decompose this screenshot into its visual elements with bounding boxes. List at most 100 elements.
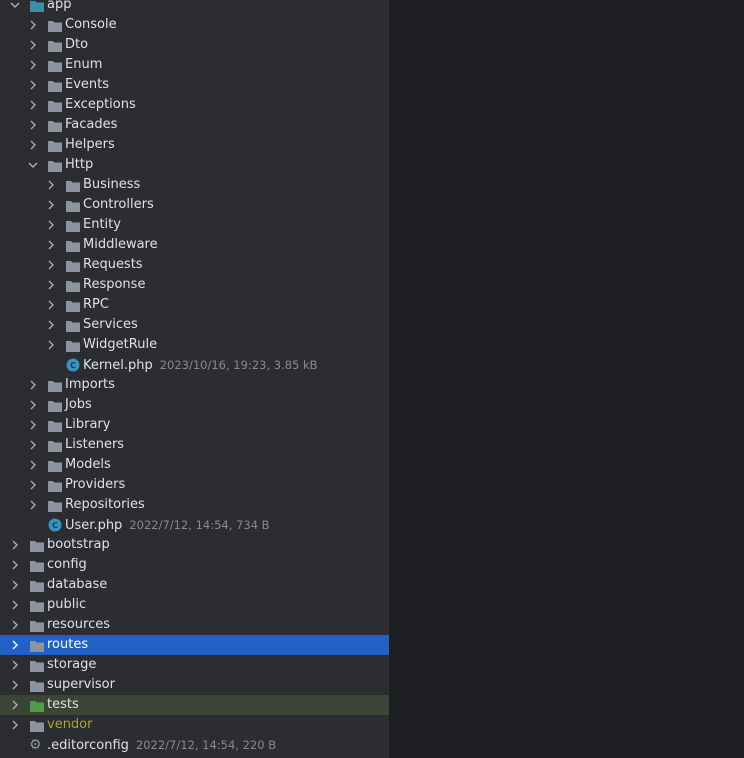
tree-item-entity[interactable]: Entity xyxy=(0,215,389,235)
chevron-right-icon[interactable] xyxy=(27,475,39,495)
tree-item-listeners[interactable]: Listeners xyxy=(0,435,389,455)
chevron-right-icon[interactable] xyxy=(45,175,57,195)
chevron-right-icon[interactable] xyxy=(27,35,39,55)
item-name: config xyxy=(47,557,87,572)
chevron-right-icon[interactable] xyxy=(45,255,57,275)
chevron-right-icon[interactable] xyxy=(45,195,57,215)
tree-item-library[interactable]: Library xyxy=(0,415,389,435)
chevron-right-icon[interactable] xyxy=(27,495,39,515)
chevron-right-icon[interactable] xyxy=(9,675,21,695)
item-name: Response xyxy=(83,277,146,292)
tree-item-kernel-php[interactable]: C Kernel.php 2023/10/16, 19:23, 3.85 kB xyxy=(0,355,389,375)
tree-item-jobs[interactable]: Jobs xyxy=(0,395,389,415)
folder-icon xyxy=(66,319,80,333)
item-name: Http xyxy=(65,157,94,172)
chevron-down-icon[interactable] xyxy=(9,0,21,15)
chevron-right-icon[interactable] xyxy=(9,535,21,555)
chevron-right-icon[interactable] xyxy=(45,315,57,335)
tree-item-business[interactable]: Business xyxy=(0,175,389,195)
tree-item-resources[interactable]: resources xyxy=(0,615,389,635)
tree-item-http[interactable]: Http xyxy=(0,155,389,175)
chevron-right-icon[interactable] xyxy=(9,595,21,615)
folder-icon xyxy=(30,679,44,693)
tree-item-database[interactable]: database xyxy=(0,575,389,595)
chevron-down-icon[interactable] xyxy=(27,155,39,175)
tree-item-vendor[interactable]: vendor xyxy=(0,715,389,735)
tree-item-facades[interactable]: Facades xyxy=(0,115,389,135)
item-name: Library xyxy=(65,417,111,432)
item-name: Facades xyxy=(65,117,118,132)
item-name: routes xyxy=(47,637,89,652)
item-name: Kernel.php xyxy=(83,358,153,373)
tree-item-requests[interactable]: Requests xyxy=(0,255,389,275)
tree-item-storage[interactable]: storage xyxy=(0,655,389,675)
tree-item-supervisor[interactable]: supervisor xyxy=(0,675,389,695)
chevron-right-icon[interactable] xyxy=(45,235,57,255)
chevron-right-icon[interactable] xyxy=(9,655,21,675)
item-name: RPC xyxy=(83,297,109,312)
chevron-right-icon[interactable] xyxy=(27,75,39,95)
chevron-right-icon[interactable] xyxy=(9,695,21,715)
tree-item-app[interactable]: app xyxy=(0,0,389,15)
folder-icon xyxy=(48,459,62,473)
chevron-right-icon[interactable] xyxy=(27,415,39,435)
folder-icon xyxy=(66,219,80,233)
tree-item-helpers[interactable]: Helpers xyxy=(0,135,389,155)
chevron-right-icon[interactable] xyxy=(9,635,21,655)
chevron-right-icon[interactable] xyxy=(27,375,39,395)
item-name: Entity xyxy=(83,217,121,232)
tree-item-bootstrap[interactable]: bootstrap xyxy=(0,535,389,555)
tree-item-services[interactable]: Services xyxy=(0,315,389,335)
tree-item-response[interactable]: Response xyxy=(0,275,389,295)
folder-icon xyxy=(48,159,62,173)
chevron-right-icon[interactable] xyxy=(27,15,39,35)
chevron-right-icon[interactable] xyxy=(9,715,21,735)
tree-item-models[interactable]: Models xyxy=(0,455,389,475)
tree-item-console[interactable]: Console xyxy=(0,15,389,35)
tree-item-public[interactable]: public xyxy=(0,595,389,615)
tree-item-enum[interactable]: Enum xyxy=(0,55,389,75)
tree-item-user-php[interactable]: C User.php 2022/7/12, 14:54, 734 B xyxy=(0,515,389,535)
chevron-right-icon[interactable] xyxy=(27,95,39,115)
chevron-right-icon[interactable] xyxy=(9,615,21,635)
item-name: tests xyxy=(47,697,79,712)
chevron-right-icon[interactable] xyxy=(45,275,57,295)
item-name: app xyxy=(47,0,72,12)
tree-item-controllers[interactable]: Controllers xyxy=(0,195,389,215)
chevron-right-icon[interactable] xyxy=(27,115,39,135)
item-name: Enum xyxy=(65,57,103,72)
chevron-right-icon[interactable] xyxy=(27,435,39,455)
item-name: bootstrap xyxy=(47,537,110,552)
tree-item-editorconfig[interactable]: ⚙ .editorconfig 2022/7/12, 14:54, 220 B xyxy=(0,735,389,755)
item-meta: 2023/10/16, 19:23, 3.85 kB xyxy=(159,358,318,372)
chevron-right-icon[interactable] xyxy=(27,455,39,475)
tree-item-middleware[interactable]: Middleware xyxy=(0,235,389,255)
item-name: Console xyxy=(65,17,117,32)
tree-item-rpc[interactable]: RPC xyxy=(0,295,389,315)
item-name: Dto xyxy=(65,37,89,52)
tree-item-dto[interactable]: Dto xyxy=(0,35,389,55)
tree-item-config[interactable]: config xyxy=(0,555,389,575)
chevron-right-icon[interactable] xyxy=(45,295,57,315)
chevron-right-icon[interactable] xyxy=(9,555,21,575)
tree-item-routes[interactable]: routes xyxy=(0,635,389,655)
folder-icon xyxy=(30,579,44,593)
item-name: Helpers xyxy=(65,137,115,152)
folder-icon xyxy=(48,379,62,393)
tree-item-imports[interactable]: Imports xyxy=(0,375,389,395)
chevron-right-icon[interactable] xyxy=(9,575,21,595)
tree-item-repositories[interactable]: Repositories xyxy=(0,495,389,515)
folder-icon xyxy=(66,199,80,213)
tree-item-events[interactable]: Events xyxy=(0,75,389,95)
chevron-right-icon[interactable] xyxy=(27,55,39,75)
tree-item-tests[interactable]: tests xyxy=(0,695,389,715)
tree-item-widgetrule[interactable]: WidgetRule xyxy=(0,335,389,355)
chevron-right-icon[interactable] xyxy=(45,335,57,355)
folder-icon xyxy=(66,179,80,193)
chevron-right-icon[interactable] xyxy=(27,395,39,415)
php-class-icon: C xyxy=(48,518,62,532)
tree-item-providers[interactable]: Providers xyxy=(0,475,389,495)
chevron-right-icon[interactable] xyxy=(27,135,39,155)
tree-item-exceptions[interactable]: Exceptions xyxy=(0,95,389,115)
chevron-right-icon[interactable] xyxy=(45,215,57,235)
